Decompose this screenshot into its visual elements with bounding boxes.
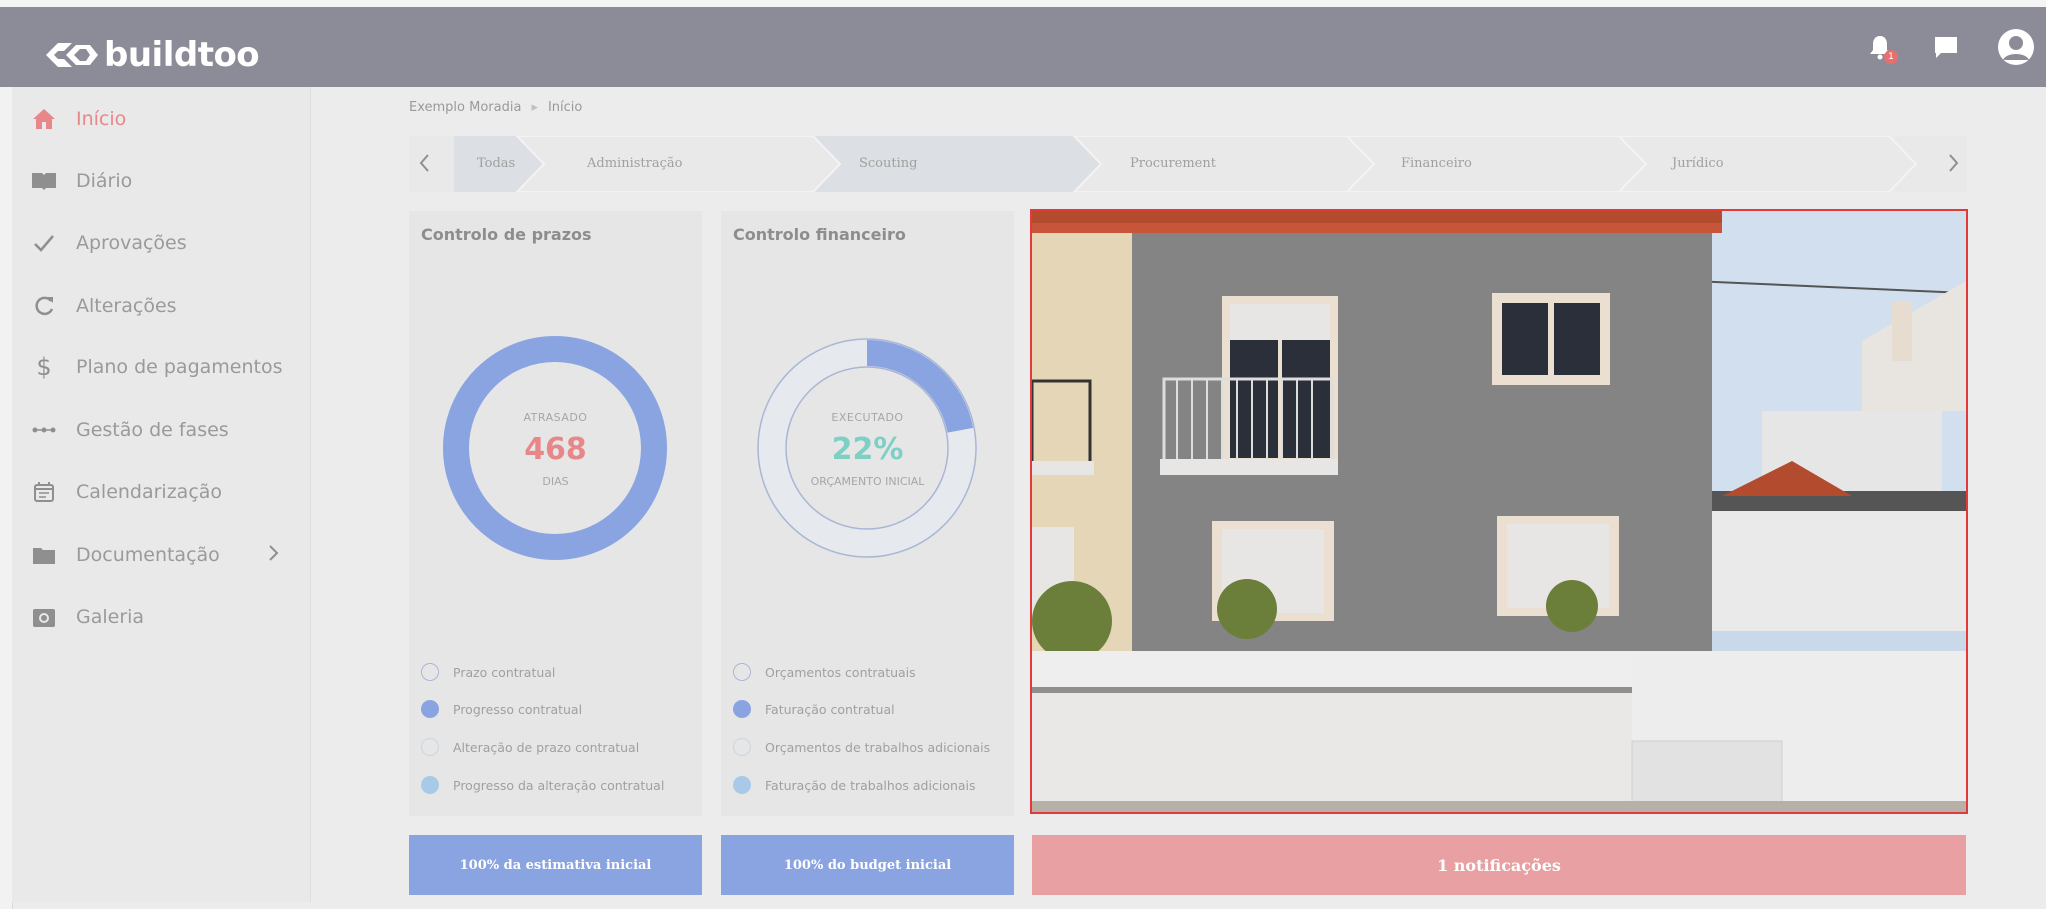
phase-tab-administracao[interactable]: Administração (587, 156, 682, 171)
finance-center-value: 22% (831, 432, 904, 467)
legend-item: Faturação contratual (733, 698, 895, 720)
breadcrumb-project[interactable]: Exemplo Moradia (409, 100, 521, 115)
phase-tab-procurement[interactable]: Procurement (1130, 156, 1216, 171)
legend-label: Faturação de trabalhos adicionais (765, 777, 976, 793)
phase-tab-financeiro[interactable]: Financeiro (1401, 156, 1472, 171)
phase-tab-juridico[interactable]: Jurídico (1672, 156, 1724, 171)
deadlines-title: Controlo de prazos (421, 225, 592, 244)
phase-tab-todas[interactable]: Todas (477, 156, 515, 171)
logo[interactable]: buildtoo (38, 35, 260, 75)
legend-dot (421, 776, 439, 794)
chevron-right-icon (1949, 154, 1959, 172)
legend-dot (421, 738, 439, 756)
sidebar-item-label: Alterações (76, 295, 177, 317)
legend-dot (733, 738, 751, 756)
sidebar-item-label: Documentação (76, 544, 220, 566)
finance-center-top: EXECUTADO (831, 411, 904, 424)
sidebar-item-galeria[interactable]: Galeria (12, 593, 310, 641)
legend-item: Prazo contratual (421, 661, 555, 683)
chat-icon (1935, 37, 1957, 58)
deadlines-center-value: 468 (524, 432, 587, 467)
sidebar-item-alteracoes[interactable]: Alterações (12, 282, 310, 330)
legend-item: Progresso da alteração contratual (421, 774, 664, 796)
logo-text: buildtoo (104, 35, 260, 75)
deadlines-center-bottom: DIAS (542, 475, 569, 488)
notifications-button[interactable]: 1 (1862, 7, 1898, 87)
legend-label: Prazo contratual (453, 664, 556, 680)
top-bar: buildtoo 1 (0, 7, 2046, 87)
finance-center: EXECUTADO 22% ORÇAMENTO INICIAL (721, 411, 1014, 488)
legend-item: Progresso contratual (421, 698, 582, 720)
legend-dot (733, 776, 751, 794)
messages-button[interactable] (1928, 7, 1964, 87)
sidebar-item-label: Diário (76, 170, 133, 192)
avatar-icon (1998, 29, 2034, 65)
sidebar-item-label: Calendarização (76, 481, 223, 503)
legend-item: Faturação de trabalhos adicionais (733, 774, 976, 796)
folder-icon (31, 542, 57, 568)
legend-label: Faturação contratual (765, 701, 895, 717)
check-icon (31, 230, 57, 256)
sidebar-item-label: Início (76, 108, 127, 130)
camera-icon (31, 604, 57, 630)
calendar-icon (31, 479, 57, 505)
sidebar-item-calendarizacao[interactable]: Calendarização (12, 468, 310, 516)
phase-next-button[interactable] (1947, 153, 1959, 177)
sidebar-item-label: Aprovações (76, 232, 187, 254)
phase-tab-scouting[interactable]: Scouting (859, 156, 917, 171)
sidebar-item-documentacao[interactable]: Documentação (12, 531, 310, 579)
legend-label: Alteração de prazo contratual (453, 739, 640, 755)
legend-label: Progresso contratual (453, 701, 583, 717)
sidebar-item-gestao-fases[interactable]: Gestão de fases (12, 406, 310, 454)
deadlines-card: Controlo de prazos ATRASADO 468 DIAS Pra… (409, 211, 702, 816)
legend-item: Orçamentos de trabalhos adicionais (733, 736, 990, 758)
finance-budget-button[interactable]: 100% do budget inicial (721, 835, 1014, 895)
sidebar-item-label: Gestão de fases (76, 419, 229, 441)
breadcrumb-current: Início (547, 100, 583, 115)
legend-dot (733, 663, 751, 681)
book-icon (31, 168, 57, 194)
home-icon (31, 106, 57, 132)
notification-badge: 1 (1884, 50, 1898, 64)
breadcrumb: Exemplo Moradia ▸ Início (409, 100, 582, 115)
user-avatar-button[interactable] (1996, 7, 2036, 87)
sidebar-item-label: Galeria (76, 606, 145, 628)
notifications-button-bar[interactable]: 1 notificações (1032, 835, 1966, 895)
dollar-icon: $ (36, 353, 52, 381)
finance-title: Controlo financeiro (733, 225, 906, 244)
legend-label: Orçamentos de trabalhos adicionais (765, 739, 991, 755)
phase-bar: Todas Administração Scouting Procurement… (409, 136, 1967, 192)
top-strip (0, 0, 2046, 7)
sidebar-item-label: Plano de pagamentos (76, 356, 283, 378)
chevron-right-icon[interactable] (268, 544, 280, 566)
breadcrumb-separator-icon: ▸ (531, 100, 538, 115)
finance-card: Controlo financeiro EXECUTADO 22% ORÇAME… (721, 211, 1014, 816)
legend-dot (421, 700, 439, 718)
project-photo[interactable] (1030, 209, 1968, 814)
phases-icon (31, 417, 57, 443)
chevron-left-icon (419, 154, 429, 172)
legend-label: Orçamentos contratuais (765, 664, 916, 680)
legend-label: Progresso da alteração contratual (453, 777, 665, 793)
refresh-icon (31, 293, 57, 319)
legend-dot (733, 700, 751, 718)
legend-dot (421, 663, 439, 681)
sidebar-item-aprovacoes[interactable]: Aprovações (12, 219, 310, 267)
house-photo-illustration (1032, 211, 1966, 812)
deadlines-center-top: ATRASADO (523, 411, 588, 424)
sidebar: Início Diário Aprovações Alterações $ Pl… (12, 87, 311, 902)
deadlines-estimate-button[interactable]: 100% da estimativa inicial (409, 835, 702, 895)
phase-prev-button[interactable] (419, 153, 431, 177)
finance-center-bottom: ORÇAMENTO INICIAL (810, 475, 925, 488)
sidebar-item-inicio[interactable]: Início (12, 95, 310, 143)
legend-item: Orçamentos contratuais (733, 661, 916, 683)
deadlines-center: ATRASADO 468 DIAS (409, 411, 702, 488)
sidebar-item-plano-pagamentos[interactable]: $ Plano de pagamentos (12, 343, 310, 391)
sidebar-item-diario[interactable]: Diário (12, 157, 310, 205)
legend-item: Alteração de prazo contratual (421, 736, 639, 758)
buildtoo-logo-icon (46, 43, 98, 67)
